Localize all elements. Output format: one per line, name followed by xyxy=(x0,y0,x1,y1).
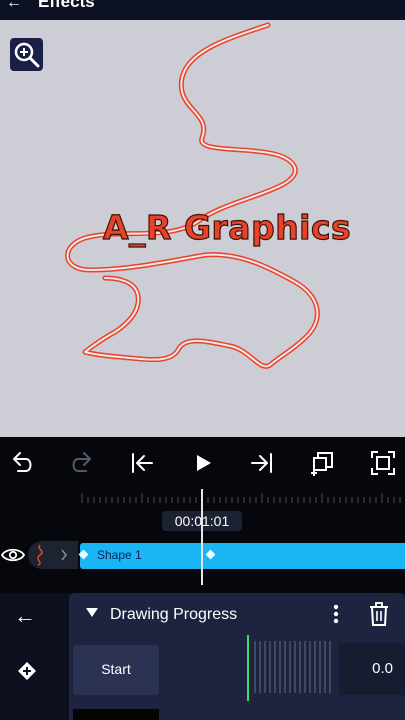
clip-label: Shape 1 xyxy=(97,548,142,562)
layer-thumbnail[interactable] xyxy=(28,541,78,569)
slider-indicator xyxy=(247,635,249,701)
effect-panel: Drawing Progress ◆◆ Start 0.0 xyxy=(69,593,405,720)
shape-thumbnail-icon xyxy=(37,544,67,566)
back-arrow-icon[interactable]: ← xyxy=(6,0,22,12)
add-keyframe-icon[interactable] xyxy=(17,661,37,681)
duplicate-layer-icon xyxy=(311,452,333,476)
undo-icon xyxy=(13,452,32,472)
page-title: Effects xyxy=(38,0,95,11)
app-root: ← Effects A_R Graphics Shape 1 ← Drawing… xyxy=(0,0,405,720)
collapse-caret-icon[interactable] xyxy=(86,608,98,617)
duplicate-layer-button[interactable] xyxy=(309,449,337,477)
redo-button[interactable] xyxy=(68,449,96,477)
skip-to-start-icon xyxy=(132,453,153,473)
more-vertical-icon[interactable] xyxy=(331,603,341,625)
watermark-text: A_R Graphics xyxy=(102,207,352,247)
zoom-in-button[interactable] xyxy=(10,38,43,71)
fit-screen-button[interactable] xyxy=(369,449,397,477)
value-text: 0.0 xyxy=(372,660,393,677)
keyframe-marker[interactable] xyxy=(78,549,89,560)
start-label: Start xyxy=(101,661,131,677)
play-icon xyxy=(197,455,211,471)
skip-to-end-icon xyxy=(251,453,272,473)
playback-toolbar xyxy=(0,437,405,489)
fit-screen-icon xyxy=(371,451,395,475)
play-button[interactable] xyxy=(189,449,217,477)
start-parameter-button[interactable]: Start xyxy=(73,645,159,695)
layer-clip-shape-1[interactable]: Shape 1 xyxy=(78,543,405,569)
eye-icon[interactable] xyxy=(0,542,26,568)
effect-header[interactable]: Drawing Progress xyxy=(69,593,405,635)
redo-icon xyxy=(72,452,91,472)
value-slider[interactable] xyxy=(247,637,339,697)
skip-to-start-button[interactable] xyxy=(128,449,156,477)
preview-canvas[interactable]: A_R Graphics xyxy=(0,20,405,437)
playhead[interactable] xyxy=(201,489,203,585)
value-field[interactable]: 0.0 xyxy=(339,643,405,695)
undo-button[interactable] xyxy=(8,449,36,477)
timeline[interactable]: 00:01:01 Shape 1 xyxy=(0,489,405,593)
keyframe-marker[interactable] xyxy=(205,549,216,560)
top-bar: ← Effects xyxy=(0,0,405,20)
trash-icon[interactable] xyxy=(368,602,390,626)
effect-title: Drawing Progress xyxy=(110,606,238,623)
parameter-row-2[interactable] xyxy=(73,709,159,720)
zoom-in-icon xyxy=(14,42,40,68)
skip-to-end-button[interactable] xyxy=(248,449,276,477)
back-arrow-icon[interactable]: ← xyxy=(14,603,36,629)
panel-side-bar: ← xyxy=(0,593,60,720)
